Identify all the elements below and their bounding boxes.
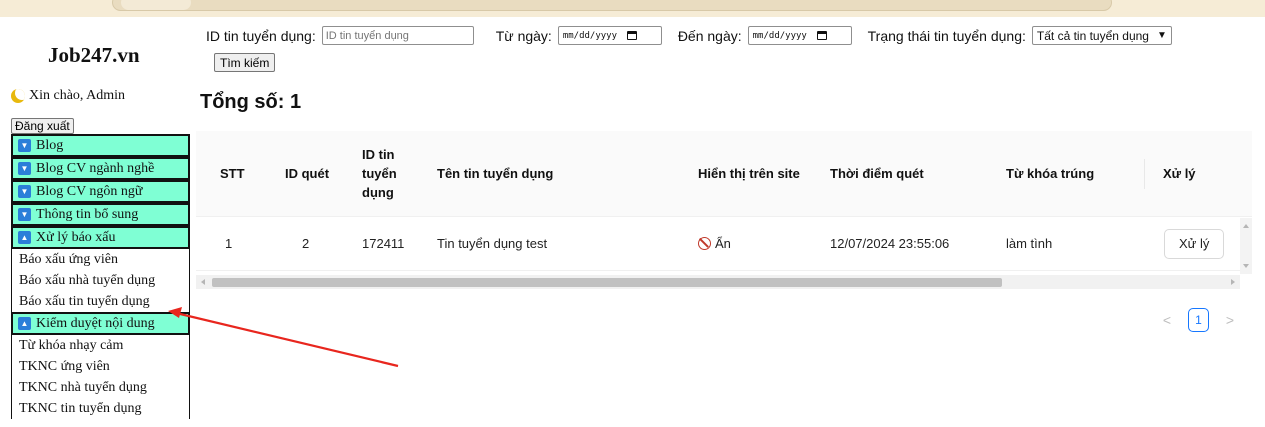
id-filter-label: ID tin tuyển dụng: [206,27,316,44]
from-date-label: Từ ngày: [495,27,552,44]
calendar-icon[interactable] [627,31,637,40]
cell-stt: 1 [225,236,233,251]
from-date-value: mm/dd/yyyy [562,30,617,41]
column-divider [1144,159,1145,189]
sidebar-menu: ▼ Blog ▼ Blog CV ngành nghề ▼ Blog CV ng… [11,134,190,419]
scroll-down-arrow-icon[interactable] [1243,264,1249,268]
chevron-down-icon: ▼ [18,162,31,175]
id-filter-input[interactable] [321,26,474,45]
menu-item-tknc-ung-vien[interactable]: TKNC ứng viên [11,356,190,377]
total-count: Tổng số: 1 [200,91,302,113]
menu-item-tknc-tin-tuyen-dung[interactable]: TKNC tin tuyển dụng [11,398,190,419]
cell-thoi-diem: 12/07/2024 23:55:06 [830,236,950,251]
menu-group-blog-cv-nganh-nghe[interactable]: ▼ Blog CV ngành nghề [11,157,190,180]
status-filter-label: Trạng thái tin tuyển dụng: [867,27,1026,44]
chevron-up-icon: ▲ [18,317,31,330]
menu-group-xu-ly-bao-xau[interactable]: ▲ Xử lý báo xấu [11,226,190,249]
calendar-icon[interactable] [816,31,827,40]
col-header-thoi-diem: Thời điểm quét [830,166,924,181]
from-date-input[interactable]: mm/dd/yyyy [557,26,662,45]
menu-group-label: Blog CV ngành nghề [36,160,155,176]
brand-logo-text: Job247.vn [48,43,140,67]
table-header: STT ID quét ID tin tuyển dụng Tên tin tu… [196,131,1252,217]
horizontal-scroll-thumb[interactable] [212,278,1002,287]
status-filter-select[interactable]: Tất cả tin tuyển dụng ▼ [1031,26,1172,45]
search-button[interactable]: Tìm kiếm [214,53,276,72]
filter-bar: ID tin tuyển dụng: Từ ngày: mm/dd/yyyy Đ… [206,26,1172,45]
cell-id-quet: 2 [302,236,310,251]
menu-group-blog-cv-ngon-ngu[interactable]: ▼ Blog CV ngôn ngữ [11,180,190,203]
menu-group-label: Blog CV ngôn ngữ [36,183,143,199]
logout-button[interactable]: Đăng xuất [11,118,74,134]
greeting: Xin chào, Admin [11,88,125,104]
prev-page-button[interactable]: < [1160,312,1174,328]
scroll-up-arrow-icon[interactable] [1243,224,1249,228]
col-header-hien-thi: Hiển thị trên site [698,166,800,181]
browser-top-strip [0,0,1265,17]
chevron-down-icon: ▼ [18,208,31,221]
chevron-up-icon: ▲ [18,231,31,244]
horizontal-scrollbar[interactable] [196,275,1240,289]
menu-group-label: Kiểm duyệt nội dung [36,315,155,331]
vertical-scrollbar[interactable] [1240,218,1252,274]
status-filter-value: Tất cả tin tuyển dụng [1036,28,1149,43]
col-header-id-tin: ID tin tuyển dụng [362,131,397,216]
scroll-left-arrow-icon[interactable] [201,279,205,285]
cell-hien-thi: Ẩn [698,217,731,270]
menu-group-label: Blog [36,137,64,153]
col-header-id-quet: ID quét [285,166,330,181]
process-button[interactable]: Xử lý [1164,228,1225,259]
menu-item-tknc-nha-tuyen-dung[interactable]: TKNC nhà tuyển dụng [11,377,190,398]
annotation-arrow-line [175,311,399,368]
menu-group-label: Thông tin bổ sung [36,206,139,222]
to-date-label: Đến ngày: [677,27,742,44]
to-date-input[interactable]: mm/dd/yyyy [747,26,852,45]
menu-group-blog[interactable]: ▼ Blog [11,134,190,157]
pagination: < 1 > [1160,308,1237,332]
chevron-down-icon: ▼ [18,185,31,198]
next-page-button[interactable]: > [1223,312,1237,328]
col-header-ten-tin: Tên tin tuyển dụng [437,166,554,181]
menu-item-bao-xau-ung-vien[interactable]: Báo xấu ứng viên [11,249,190,270]
cell-tu-khoa: làm tình [1006,236,1053,251]
moon-icon [11,89,25,103]
results-table: STT ID quét ID tin tuyển dụng Tên tin tu… [196,131,1252,271]
col-header-id-tin-line: tuyển [362,166,397,181]
menu-group-thong-tin-bo-sung[interactable]: ▼ Thông tin bổ sung [11,203,190,226]
browser-address-pill[interactable] [112,0,1112,11]
menu-item-bao-xau-nha-tuyen-dung[interactable]: Báo xấu nhà tuyển dụng [11,270,190,291]
greeting-text: Xin chào, Admin [29,88,126,103]
menu-group-label: Xử lý báo xấu [36,229,116,245]
col-header-xu-ly: Xử lý [1163,166,1196,181]
table-row: 1 2 172411 Tin tuyển dụng test Ẩn 12/07/… [196,217,1252,271]
cell-ten-tin: Tin tuyển dụng test [437,236,548,251]
scroll-right-arrow-icon[interactable] [1231,279,1235,285]
cell-id-tin: 172411 [362,236,405,251]
col-header-id-tin-line: dụng [362,185,394,200]
chevron-down-icon: ▼ [1156,30,1167,41]
chevron-down-icon: ▼ [18,139,31,152]
menu-item-bao-xau-tin-tuyen-dung[interactable]: Báo xấu tin tuyển dụng [11,291,190,312]
page-1-button[interactable]: 1 [1188,308,1209,332]
cell-action: Xử lý [1164,217,1225,270]
to-date-value: mm/dd/yyyy [752,30,807,41]
menu-item-tu-khoa-nhay-cam[interactable]: Từ khóa nhạy cảm [11,335,190,356]
col-header-stt: STT [220,166,245,181]
col-header-tu-khoa: Từ khóa trúng [1006,166,1095,181]
hidden-icon [698,237,711,250]
browser-tab-pill[interactable] [121,0,191,10]
col-header-id-tin-line: ID tin [362,147,395,162]
menu-group-kiem-duyet-noi-dung[interactable]: ▲ Kiểm duyệt nội dung [11,312,190,335]
cell-hien-thi-text: Ẩn [715,236,731,251]
